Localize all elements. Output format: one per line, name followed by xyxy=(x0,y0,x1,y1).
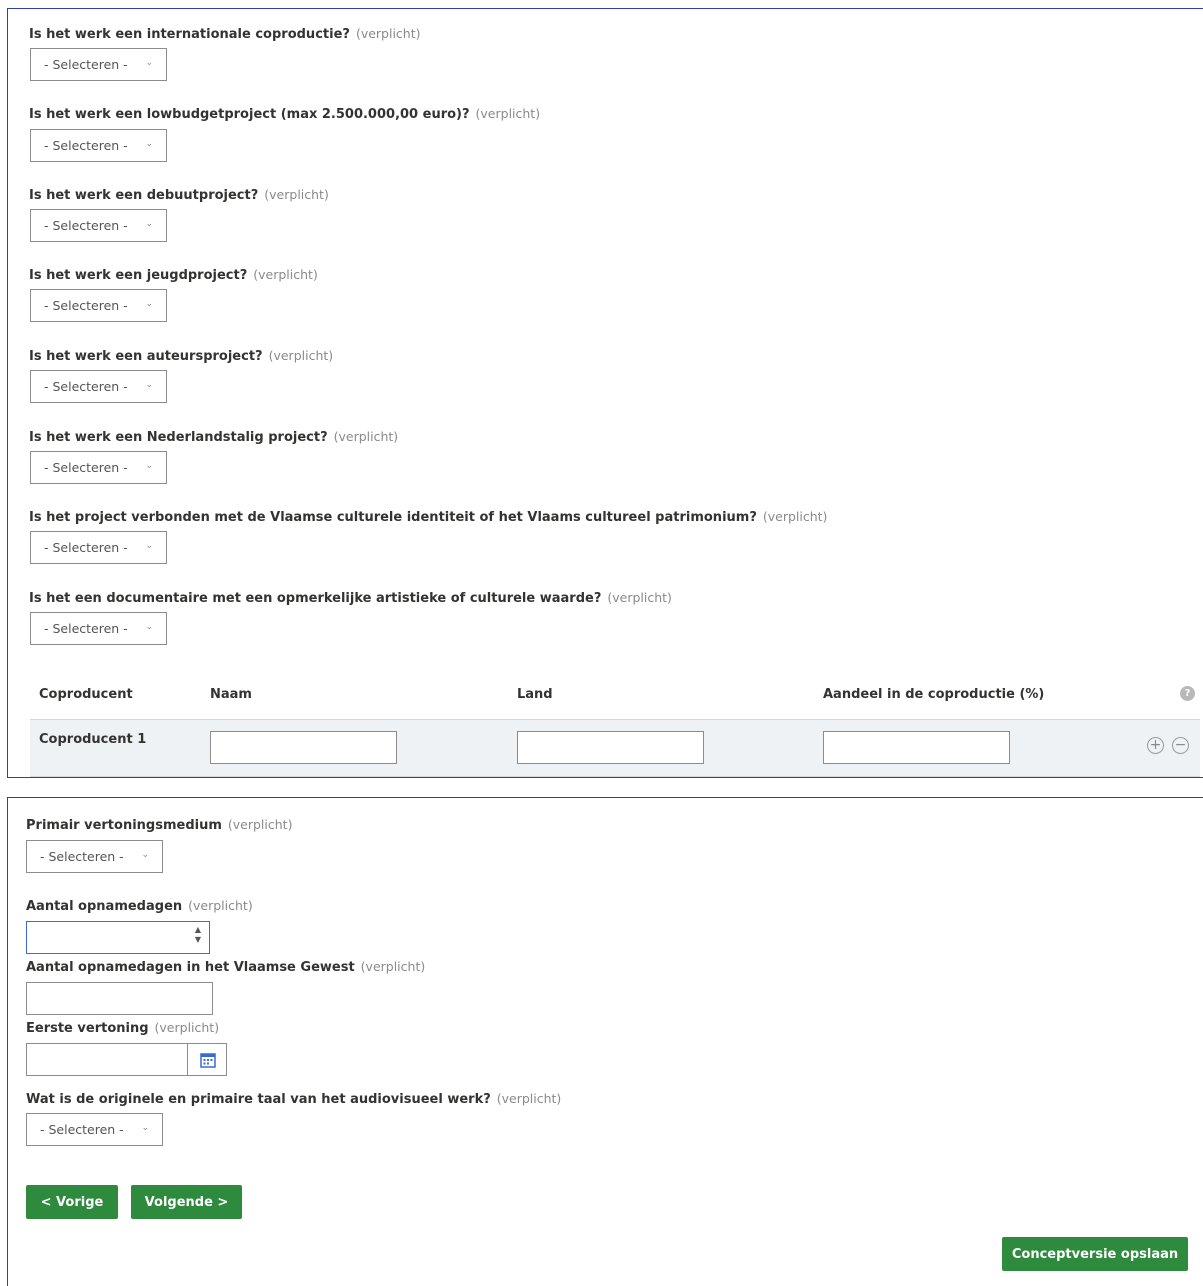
field-label-text: Eerste vertoning xyxy=(26,1021,149,1036)
required-marker: (verplicht) xyxy=(333,429,399,444)
select-value: - Selecteren - xyxy=(44,379,128,394)
required-marker: (verplicht) xyxy=(227,817,293,832)
chevron-down-icon: ⌄ xyxy=(145,541,153,551)
chevron-down-icon: ⌄ xyxy=(145,299,153,309)
select-value: - Selecteren - xyxy=(44,460,128,475)
question-text: Is het werk een Nederlandstalig project? xyxy=(29,430,328,445)
required-marker: (verplicht) xyxy=(496,1091,562,1106)
chevron-down-icon: ⌄ xyxy=(145,219,153,229)
required-marker: (verplicht) xyxy=(475,106,541,121)
required-marker: (verplicht) xyxy=(264,187,329,202)
next-button[interactable]: Volgende > xyxy=(131,1185,242,1219)
chevron-down-icon: ⌄ xyxy=(141,850,149,860)
flemish-identity-select[interactable]: - Selecteren - ⌄ xyxy=(30,531,167,564)
chevron-down-icon: ⌄ xyxy=(145,461,153,471)
coproduction-select[interactable]: - Selecteren - ⌄ xyxy=(30,48,167,81)
question-text: Is het werk een internationale coproduct… xyxy=(29,27,350,42)
chevron-down-icon: ⌄ xyxy=(145,139,153,149)
production-questions-panel: Is het werk een internationale coproduct… xyxy=(7,8,1203,778)
required-marker: (verplicht) xyxy=(762,509,828,524)
chevron-down-icon: ⌄ xyxy=(145,58,153,68)
question-text: Is het een documentaire met een opmerkel… xyxy=(29,591,602,606)
table-row: Coproducent 1 + − xyxy=(30,720,1200,777)
required-marker: (verplicht) xyxy=(188,898,253,913)
field-label-text: Primair vertoningsmedium xyxy=(26,818,222,833)
help-icon[interactable]: ? xyxy=(1180,686,1195,701)
column-header-coproducent: Coproducent xyxy=(39,687,133,702)
primary-medium-select[interactable]: - Selecteren - ⌄ xyxy=(26,840,163,873)
select-value: - Selecteren - xyxy=(44,218,128,233)
save-draft-button[interactable]: Conceptversie opslaan xyxy=(1002,1237,1188,1271)
select-value: - Selecteren - xyxy=(44,540,128,555)
question-label-author: Is het werk een auteursproject? (verplich… xyxy=(29,348,333,364)
column-header-naam: Naam xyxy=(210,687,252,702)
required-marker: (verplicht) xyxy=(355,26,421,41)
question-text: Is het werk een auteursproject? xyxy=(29,349,263,364)
plus-circle-icon[interactable]: + xyxy=(1147,737,1164,754)
shooting-days-flemish-label: Aantal opnamedagen in het Vlaamse Gewest… xyxy=(26,959,425,975)
minus-circle-icon[interactable]: − xyxy=(1172,737,1189,754)
select-value: - Selecteren - xyxy=(40,1122,124,1137)
question-label-dutch: Is het werk een Nederlandstalig project?… xyxy=(29,429,398,445)
dutch-select[interactable]: - Selecteren - ⌄ xyxy=(30,451,167,484)
question-text: Is het werk een lowbudgetproject (max 2.… xyxy=(29,107,470,122)
youth-select[interactable]: - Selecteren - ⌄ xyxy=(30,289,167,322)
question-label-youth: Is het werk een jeugdproject? (verplicht) xyxy=(29,267,318,283)
coproducer-table-header: Coproducent Naam Land Aandeel in de copr… xyxy=(30,667,1200,721)
lowbudget-select[interactable]: - Selecteren - ⌄ xyxy=(30,129,167,162)
column-header-land: Land xyxy=(517,687,553,702)
primary-medium-label: Primair vertoningsmedium (verplicht) xyxy=(26,817,292,833)
coproducer-share-input[interactable] xyxy=(823,731,1010,764)
question-text: Is het project verbonden met de Vlaamse … xyxy=(29,510,757,525)
coproducer-row-label: Coproducent 1 xyxy=(39,732,147,747)
question-label-lowbudget: Is het werk een lowbudgetproject (max 2.… xyxy=(29,106,540,122)
required-marker: (verplicht) xyxy=(154,1020,220,1035)
language-select[interactable]: - Selecteren - ⌄ xyxy=(26,1113,163,1146)
field-label-text: Wat is de originele en primaire taal van… xyxy=(26,1092,491,1107)
shooting-days-label: Aantal opnamedagen (verplicht) xyxy=(26,898,253,914)
required-marker: (verplicht) xyxy=(268,348,334,363)
documentary-select[interactable]: - Selecteren - ⌄ xyxy=(30,612,167,645)
shooting-days-flemish-input[interactable] xyxy=(26,982,213,1015)
calendar-icon xyxy=(200,1053,216,1068)
chevron-down-icon: ⌄ xyxy=(145,380,153,390)
previous-button[interactable]: < Vorige xyxy=(26,1185,118,1219)
chevron-down-icon: ⌄ xyxy=(145,622,153,632)
select-value: - Selecteren - xyxy=(44,138,128,153)
question-label-debut: Is het werk een debuutproject? (verplicht… xyxy=(29,187,329,203)
question-label-coproduction: Is het werk een internationale coproduct… xyxy=(29,26,421,42)
question-label-flemish-identity: Is het project verbonden met de Vlaamse … xyxy=(29,509,827,525)
question-text: Is het werk een jeugdproject? xyxy=(29,268,248,283)
author-select[interactable]: - Selecteren - ⌄ xyxy=(30,370,167,403)
column-header-aandeel: Aandeel in de coproductie (%) xyxy=(823,687,1045,702)
select-value: - Selecteren - xyxy=(40,849,124,864)
required-marker: (verplicht) xyxy=(360,959,426,974)
language-label: Wat is de originele en primaire taal van… xyxy=(26,1091,561,1107)
field-label-text: Aantal opnamedagen xyxy=(26,899,183,914)
required-marker: (verplicht) xyxy=(253,267,318,282)
first-screening-date-input[interactable] xyxy=(26,1043,188,1076)
first-screening-label: Eerste vertoning (verplicht) xyxy=(26,1020,219,1036)
field-label-text: Aantal opnamedagen in het Vlaamse Gewest xyxy=(26,960,355,975)
select-value: - Selecteren - xyxy=(44,621,128,636)
screening-details-panel: Primair vertoningsmedium (verplicht) - Se… xyxy=(7,797,1203,1286)
shooting-days-input[interactable]: ▲ ▼ xyxy=(26,921,210,954)
coproducer-name-input[interactable] xyxy=(210,731,397,764)
calendar-button[interactable] xyxy=(187,1043,227,1076)
question-label-documentary: Is het een documentaire met een opmerkel… xyxy=(29,590,672,606)
number-spinner-icon[interactable]: ▲ ▼ xyxy=(193,925,203,949)
coproducer-country-input[interactable] xyxy=(517,731,704,764)
debut-select[interactable]: - Selecteren - ⌄ xyxy=(30,209,167,242)
select-value: - Selecteren - xyxy=(44,57,128,72)
required-marker: (verplicht) xyxy=(607,590,672,605)
question-text: Is het werk een debuutproject? xyxy=(29,188,259,203)
chevron-down-icon: ⌄ xyxy=(141,1123,149,1133)
select-value: - Selecteren - xyxy=(44,298,128,313)
